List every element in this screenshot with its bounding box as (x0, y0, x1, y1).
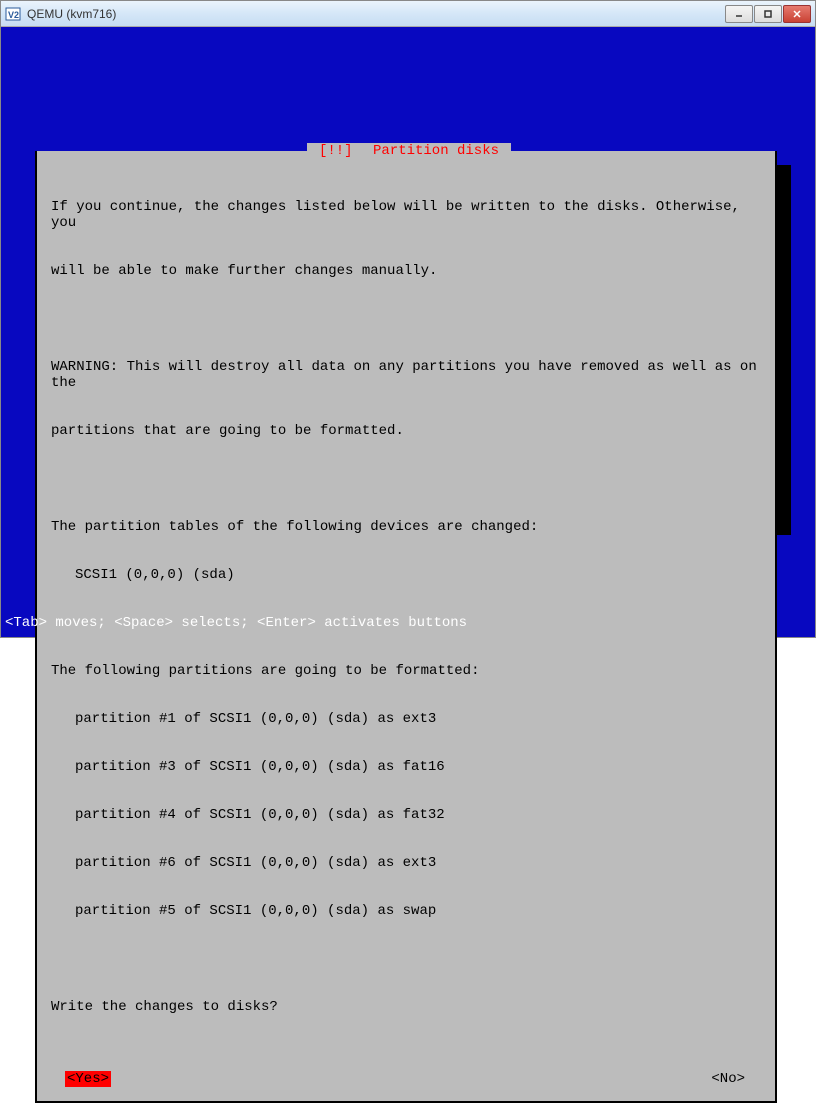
keyboard-hint: <Tab> moves; <Space> selects; <Enter> ac… (5, 615, 467, 631)
window-controls (724, 5, 811, 23)
svg-text:V2: V2 (8, 10, 19, 20)
dialog-buttons: <Yes> <No> (37, 1057, 775, 1101)
vnc-icon: V2 (5, 6, 21, 22)
window-title: QEMU (kvm716) (27, 7, 724, 21)
confirm-question: Write the changes to disks? (51, 999, 761, 1015)
format-item: partition #3 of SCSI1 (0,0,0) (sda) as f… (51, 759, 761, 775)
minimize-button[interactable] (725, 5, 753, 23)
no-button[interactable]: <No> (709, 1071, 747, 1087)
dialog-title: [!!] Partition disks (1, 143, 816, 159)
maximize-button[interactable] (754, 5, 782, 23)
dialog-body: If you continue, the changes listed belo… (37, 151, 775, 1057)
yes-button[interactable]: <Yes> (65, 1071, 111, 1087)
terminal-screen: [!!] Partition disks If you continue, th… (1, 27, 815, 637)
intro-text: will be able to make further changes man… (51, 263, 761, 279)
intro-text: If you continue, the changes listed belo… (51, 199, 761, 231)
format-item: partition #4 of SCSI1 (0,0,0) (sda) as f… (51, 807, 761, 823)
format-header: The following partitions are going to be… (51, 663, 761, 679)
format-item: partition #1 of SCSI1 (0,0,0) (sda) as e… (51, 711, 761, 727)
close-button[interactable] (783, 5, 811, 23)
format-item: partition #6 of SCSI1 (0,0,0) (sda) as e… (51, 855, 761, 871)
tables-header: The partition tables of the following de… (51, 519, 761, 535)
format-item: partition #5 of SCSI1 (0,0,0) (sda) as s… (51, 903, 761, 919)
titlebar[interactable]: V2 QEMU (kvm716) (1, 1, 815, 27)
table-item: SCSI1 (0,0,0) (sda) (51, 567, 761, 583)
warning-text: WARNING: This will destroy all data on a… (51, 359, 761, 391)
warning-text: partitions that are going to be formatte… (51, 423, 761, 439)
app-window: V2 QEMU (kvm716) [!!] Partition disks (0, 0, 816, 638)
